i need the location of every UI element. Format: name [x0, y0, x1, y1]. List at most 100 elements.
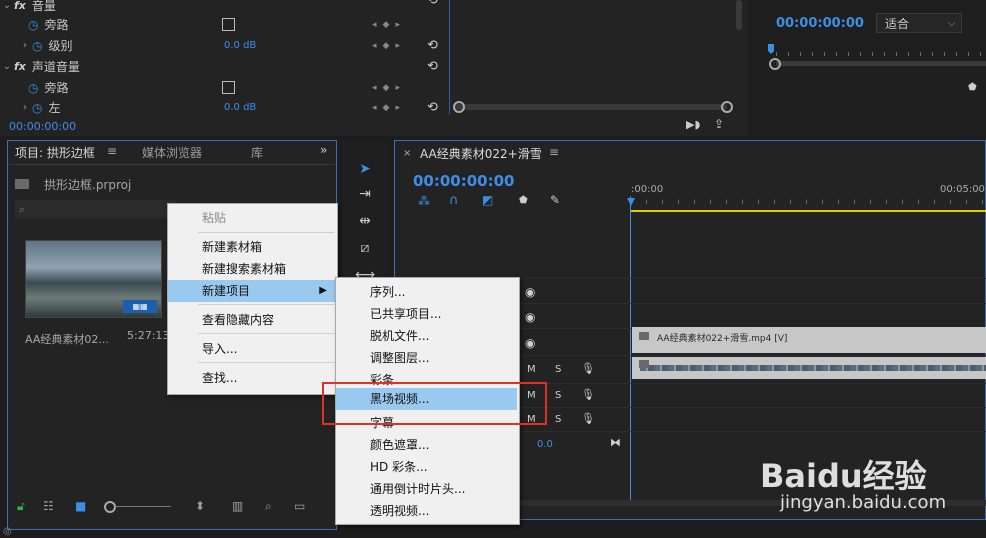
playhead-handle-icon[interactable] — [627, 198, 635, 206]
reset-icon[interactable]: ⟲ — [427, 38, 438, 53]
baidu-watermark-logo: Baidu经验 — [760, 451, 927, 497]
mic-icon[interactable]: 🎙︎ — [581, 388, 595, 401]
selection-tool-icon[interactable]: ➤ — [353, 158, 377, 180]
razor-tool-icon[interactable]: ⧄ — [353, 237, 377, 259]
menu-item-paste[interactable]: 粘贴 — [168, 207, 335, 229]
linked-selection-icon[interactable]: ◩ — [482, 193, 493, 207]
zoom-handle-right[interactable] — [721, 101, 733, 113]
program-timecode[interactable]: 00:00:00:00 — [776, 16, 864, 31]
reset-icon[interactable]: ⟲ — [427, 100, 438, 115]
solo-button[interactable]: S — [555, 390, 561, 401]
fx-zoom-scrollbar[interactable] — [455, 104, 727, 110]
chevron-right-icon[interactable]: › — [18, 102, 32, 113]
mic-icon[interactable]: 🎙︎ — [581, 412, 595, 425]
zoom-slider-knob[interactable] — [104, 501, 116, 513]
submenu-item-offline-file[interactable]: 脱机文件... — [336, 325, 517, 347]
chevron-right-icon[interactable]: › — [18, 40, 32, 51]
sequence-tab-title[interactable]: AA经典素材022+滑雪 — [420, 145, 542, 162]
tab-media-browser[interactable]: 媒体浏览器 — [142, 144, 202, 161]
project-search-input[interactable] — [15, 200, 175, 218]
bypass-checkbox[interactable] — [222, 18, 235, 31]
fx-row-label: 级别 — [48, 39, 73, 53]
mute-button[interactable]: M — [527, 364, 536, 375]
nest-icon[interactable]: ⁂ — [418, 194, 430, 208]
marker-icon[interactable]: ⬟ — [968, 82, 977, 93]
fx-timecode[interactable]: 00:00:00:00 — [9, 120, 76, 133]
program-playhead-icon[interactable] — [768, 44, 774, 54]
menu-item-import[interactable]: 导入... — [168, 338, 335, 360]
program-zoom-handle[interactable] — [769, 58, 781, 70]
chevron-down-icon[interactable]: ⌄ — [0, 0, 14, 11]
close-icon[interactable]: × — [403, 148, 411, 159]
submenu-item-countdown-leader[interactable]: 通用倒计时片头... — [336, 478, 517, 500]
menu-item-new-bin[interactable]: 新建素材箱 — [168, 236, 335, 258]
keyframe-nav-icon[interactable]: ◂◆▸ — [372, 41, 406, 51]
automate-icon[interactable]: ▥ — [232, 499, 243, 513]
fit-select[interactable]: 适合 ⌵ — [876, 13, 962, 33]
stopwatch-icon[interactable]: ◷ — [32, 39, 42, 53]
menu-item-find[interactable]: 查找... — [168, 367, 335, 389]
submenu-item-color-matte[interactable]: 颜色遮罩... — [336, 434, 517, 456]
icon-view-icon[interactable]: ■ — [75, 499, 86, 513]
fx-row-channel-volume[interactable]: ⌄ fx 声道音量 ⟲ — [0, 56, 445, 77]
menu-separator — [198, 232, 334, 233]
audio-waveform — [640, 365, 986, 371]
stopwatch-icon[interactable]: ◷ — [28, 18, 38, 32]
snap-magnet-icon[interactable]: ∩ — [449, 193, 459, 208]
find-icon[interactable]: ⌕ — [265, 499, 272, 514]
submenu-item-hd-bars[interactable]: HD 彩条... — [336, 456, 517, 478]
submenu-item-adjustment-layer[interactable]: 调整图层... — [336, 347, 517, 369]
list-view-icon[interactable]: ☷ — [43, 499, 54, 513]
timeline-playhead[interactable] — [630, 196, 631, 500]
lock-icon[interactable]: 🔓︎ — [17, 499, 25, 514]
program-zoom-bar[interactable] — [776, 61, 986, 66]
zoom-handle-left[interactable] — [453, 101, 465, 113]
eye-icon[interactable]: ◉ — [525, 336, 535, 350]
zoom-slider-track[interactable] — [115, 506, 171, 507]
track-select-tool-icon[interactable]: ⇥ — [353, 183, 377, 205]
left-value[interactable]: 0.0 dB — [224, 102, 256, 113]
submenu-item-transparent-video[interactable]: 透明视频... — [336, 500, 517, 522]
wrench-icon[interactable]: ✎ — [550, 193, 560, 207]
master-volume-value[interactable]: 0.0 — [537, 439, 553, 450]
keyframe-nav-icon[interactable]: ◂◆▸ — [372, 20, 406, 30]
menu-item-view-hidden[interactable]: 查看隐藏内容 — [168, 309, 335, 331]
eye-icon[interactable]: ◉ — [525, 285, 535, 299]
timeline-timecode[interactable]: 00:00:00:00 — [413, 172, 515, 190]
fx-vertical-scrollbar[interactable] — [736, 0, 742, 30]
eye-icon[interactable]: ◉ — [525, 310, 535, 324]
keyframe-nav-icon[interactable]: ◂◆▸ — [372, 103, 406, 113]
ripple-edit-tool-icon[interactable]: ⇹ — [353, 210, 377, 232]
reset-icon[interactable]: ⟲ — [427, 0, 438, 8]
solo-button[interactable]: S — [555, 364, 561, 375]
go-to-end-icon[interactable]: ⧓ — [610, 436, 621, 449]
solo-button[interactable]: S — [555, 414, 561, 425]
bypass-checkbox[interactable] — [222, 81, 235, 94]
clip-name[interactable]: AA经典素材02... — [25, 331, 109, 347]
menu-item-new-search-bin[interactable]: 新建搜索素材箱 — [168, 258, 335, 280]
level-value[interactable]: 0.0 dB — [224, 40, 256, 51]
mic-icon[interactable]: 🎙︎ — [581, 362, 595, 375]
reset-icon[interactable]: ⟲ — [427, 59, 438, 74]
tab-library[interactable]: 库 — [251, 144, 263, 161]
new-bin-icon[interactable]: ▭ — [294, 499, 305, 513]
tab-project[interactable]: 项目: 拱形边框 — [15, 144, 95, 161]
work-area-bar[interactable] — [631, 210, 986, 212]
stopwatch-icon[interactable]: ◷ — [28, 81, 38, 95]
add-marker-icon[interactable]: ⬟ — [519, 195, 528, 206]
export-icon[interactable]: ⇪ — [714, 117, 724, 131]
submenu-item-sequence[interactable]: 序列... — [336, 281, 517, 303]
program-ruler[interactable] — [768, 44, 986, 56]
keyframe-nav-icon[interactable]: ◂◆▸ — [372, 83, 406, 93]
sort-icon[interactable]: ⬍ — [195, 499, 205, 513]
panel-menu-icon[interactable]: ≡ — [107, 144, 117, 158]
play-audio-icon[interactable]: ▶◗ — [686, 118, 700, 131]
timeline-ruler-ticks[interactable] — [630, 196, 986, 204]
submenu-item-shared-project[interactable]: 已共享项目... — [336, 303, 517, 325]
panel-menu-icon[interactable]: ≡ — [549, 145, 559, 159]
chevron-down-icon[interactable]: ⌄ — [0, 61, 14, 72]
menu-item-new-item[interactable]: 新建项目 ▶ — [168, 280, 335, 302]
menu-separator — [198, 304, 334, 305]
overflow-chevron-icon[interactable]: » — [320, 143, 327, 157]
stopwatch-icon[interactable]: ◷ — [32, 101, 42, 115]
